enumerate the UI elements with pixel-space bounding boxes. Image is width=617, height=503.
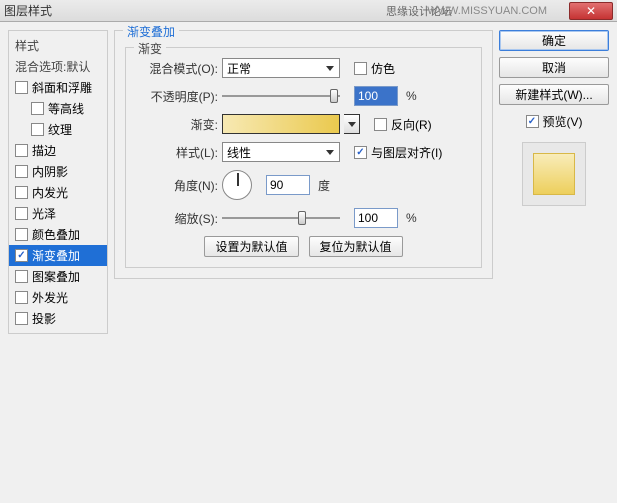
opacity-label: 不透明度(P): <box>136 88 218 105</box>
angle-input[interactable]: 90 <box>266 175 310 195</box>
pct-label: % <box>406 89 417 103</box>
dither-label: 仿色 <box>371 60 395 77</box>
style-checkbox[interactable] <box>15 312 28 325</box>
style-item-5[interactable]: 内发光 <box>9 182 107 203</box>
chevron-down-icon <box>323 61 337 75</box>
style-item-label: 颜色叠加 <box>32 226 80 243</box>
style-item-label: 描边 <box>32 142 56 159</box>
preview-swatch <box>533 153 575 195</box>
dither-checkbox[interactable] <box>354 62 367 75</box>
style-item-label: 外发光 <box>32 289 68 306</box>
preview-label: 预览(V) <box>543 113 583 130</box>
gradient-preview[interactable] <box>222 114 340 134</box>
set-default-button[interactable]: 设置为默认值 <box>204 236 298 257</box>
ok-button[interactable]: 确定 <box>499 30 609 51</box>
style-item-label: 内发光 <box>32 184 68 201</box>
style-item-label: 内阴影 <box>32 163 68 180</box>
titlebar: 图层样式 思缘设计论坛 WWW.MISSYUAN.COM ✕ <box>0 0 617 22</box>
style-checkbox[interactable] <box>15 228 28 241</box>
row-scale: 缩放(S): 100 % <box>136 208 471 228</box>
subgroup-title: 渐变 <box>134 40 166 57</box>
preview-box <box>522 142 586 206</box>
style-checkbox[interactable] <box>15 291 28 304</box>
angle-dial[interactable] <box>222 170 252 200</box>
style-item-11[interactable]: 投影 <box>9 308 107 329</box>
style-checkbox[interactable] <box>15 270 28 283</box>
scale-input[interactable]: 100 <box>354 208 398 228</box>
style-item-label: 投影 <box>32 310 56 327</box>
style-checkbox[interactable] <box>15 207 28 220</box>
reverse-label: 反向(R) <box>391 116 432 133</box>
reverse-checkbox[interactable] <box>374 118 387 131</box>
scale-label: 缩放(S): <box>136 210 218 227</box>
style-item-4[interactable]: 内阴影 <box>9 161 107 182</box>
style-item-8[interactable]: ✓ 渐变叠加 <box>9 245 107 266</box>
style-item-label: 渐变叠加 <box>32 247 80 264</box>
style-item-0[interactable]: 斜面和浮雕 <box>9 77 107 98</box>
style-checkbox[interactable]: ✓ <box>15 249 28 262</box>
angle-label: 角度(N): <box>136 177 218 194</box>
style-checkbox[interactable] <box>31 102 44 115</box>
style-item-9[interactable]: 图案叠加 <box>9 266 107 287</box>
row-style: 样式(L): 线性 ✓ 与图层对齐(I) <box>136 142 471 162</box>
styles-list: 样式 混合选项:默认 斜面和浮雕等高线纹理描边内阴影内发光光泽颜色叠加 ✓ 渐变叠加… <box>8 30 108 334</box>
row-blend-mode: 混合模式(O): 正常 仿色 <box>136 58 471 78</box>
style-combo[interactable]: 线性 <box>222 142 340 162</box>
close-button[interactable]: ✕ <box>569 2 613 20</box>
style-item-label: 图案叠加 <box>32 268 80 285</box>
styles-panel: 样式 混合选项:默认 斜面和浮雕等高线纹理描边内阴影内发光光泽颜色叠加 ✓ 渐变叠加… <box>8 30 108 495</box>
style-checkbox[interactable] <box>15 165 28 178</box>
style-item-3[interactable]: 描边 <box>9 140 107 161</box>
cancel-button[interactable]: 取消 <box>499 57 609 78</box>
style-checkbox[interactable] <box>15 144 28 157</box>
styles-heading[interactable]: 样式 <box>9 35 107 56</box>
align-label: 与图层对齐(I) <box>371 144 442 161</box>
style-item-7[interactable]: 颜色叠加 <box>9 224 107 245</box>
gradient-label: 渐变: <box>136 116 218 133</box>
blend-mode-value: 正常 <box>227 60 251 77</box>
preview-checkbox[interactable]: ✓ <box>526 115 539 128</box>
group-title: 渐变叠加 <box>123 23 179 40</box>
defaults-row: 设置为默认值 复位为默认值 <box>136 236 471 257</box>
style-item-2[interactable]: 纹理 <box>9 119 107 140</box>
style-label: 样式(L): <box>136 144 218 161</box>
style-item-label: 纹理 <box>48 121 72 138</box>
style-item-label: 斜面和浮雕 <box>32 79 92 96</box>
angle-unit: 度 <box>318 177 330 194</box>
style-item-label: 光泽 <box>32 205 56 222</box>
style-checkbox[interactable] <box>31 123 44 136</box>
blend-options-default[interactable]: 混合选项:默认 <box>9 56 107 77</box>
new-style-button[interactable]: 新建样式(W)... <box>499 84 609 105</box>
chevron-down-icon <box>323 145 337 159</box>
style-item-10[interactable]: 外发光 <box>9 287 107 308</box>
watermark-en: WWW.MISSYUAN.COM <box>427 5 547 17</box>
gradient-dropdown-button[interactable] <box>344 114 360 134</box>
actions-panel: 确定 取消 新建样式(W)... ✓ 预览(V) <box>499 30 609 495</box>
style-checkbox[interactable] <box>15 81 28 94</box>
gradient-subgroup: 渐变 混合模式(O): 正常 仿色 不透明度(P): <box>125 47 482 268</box>
reset-default-button[interactable]: 复位为默认值 <box>309 236 403 257</box>
row-opacity: 不透明度(P): 100 % <box>136 86 471 106</box>
style-item-label: 等高线 <box>48 100 84 117</box>
opacity-input[interactable]: 100 <box>354 86 398 106</box>
scale-slider[interactable] <box>222 209 340 227</box>
close-icon: ✕ <box>586 4 596 18</box>
opacity-slider[interactable] <box>222 87 340 105</box>
style-item-6[interactable]: 光泽 <box>9 203 107 224</box>
style-checkbox[interactable] <box>15 186 28 199</box>
gradient-overlay-group: 渐变叠加 渐变 混合模式(O): 正常 仿色 不透明度(P): <box>114 30 493 279</box>
row-angle: 角度(N): 90 度 <box>136 170 471 200</box>
pct-label: % <box>406 211 417 225</box>
blend-mode-label: 混合模式(O): <box>136 60 218 77</box>
style-value: 线性 <box>227 144 251 161</box>
blend-mode-combo[interactable]: 正常 <box>222 58 340 78</box>
row-gradient: 渐变: 反向(R) <box>136 114 471 134</box>
align-checkbox[interactable]: ✓ <box>354 146 367 159</box>
main: 样式 混合选项:默认 斜面和浮雕等高线纹理描边内阴影内发光光泽颜色叠加✓渐变叠加… <box>0 22 617 503</box>
style-item-1[interactable]: 等高线 <box>9 98 107 119</box>
options-panel: 渐变叠加 渐变 混合模式(O): 正常 仿色 不透明度(P): <box>114 30 493 495</box>
preview-row: ✓ 预览(V) <box>499 113 609 130</box>
